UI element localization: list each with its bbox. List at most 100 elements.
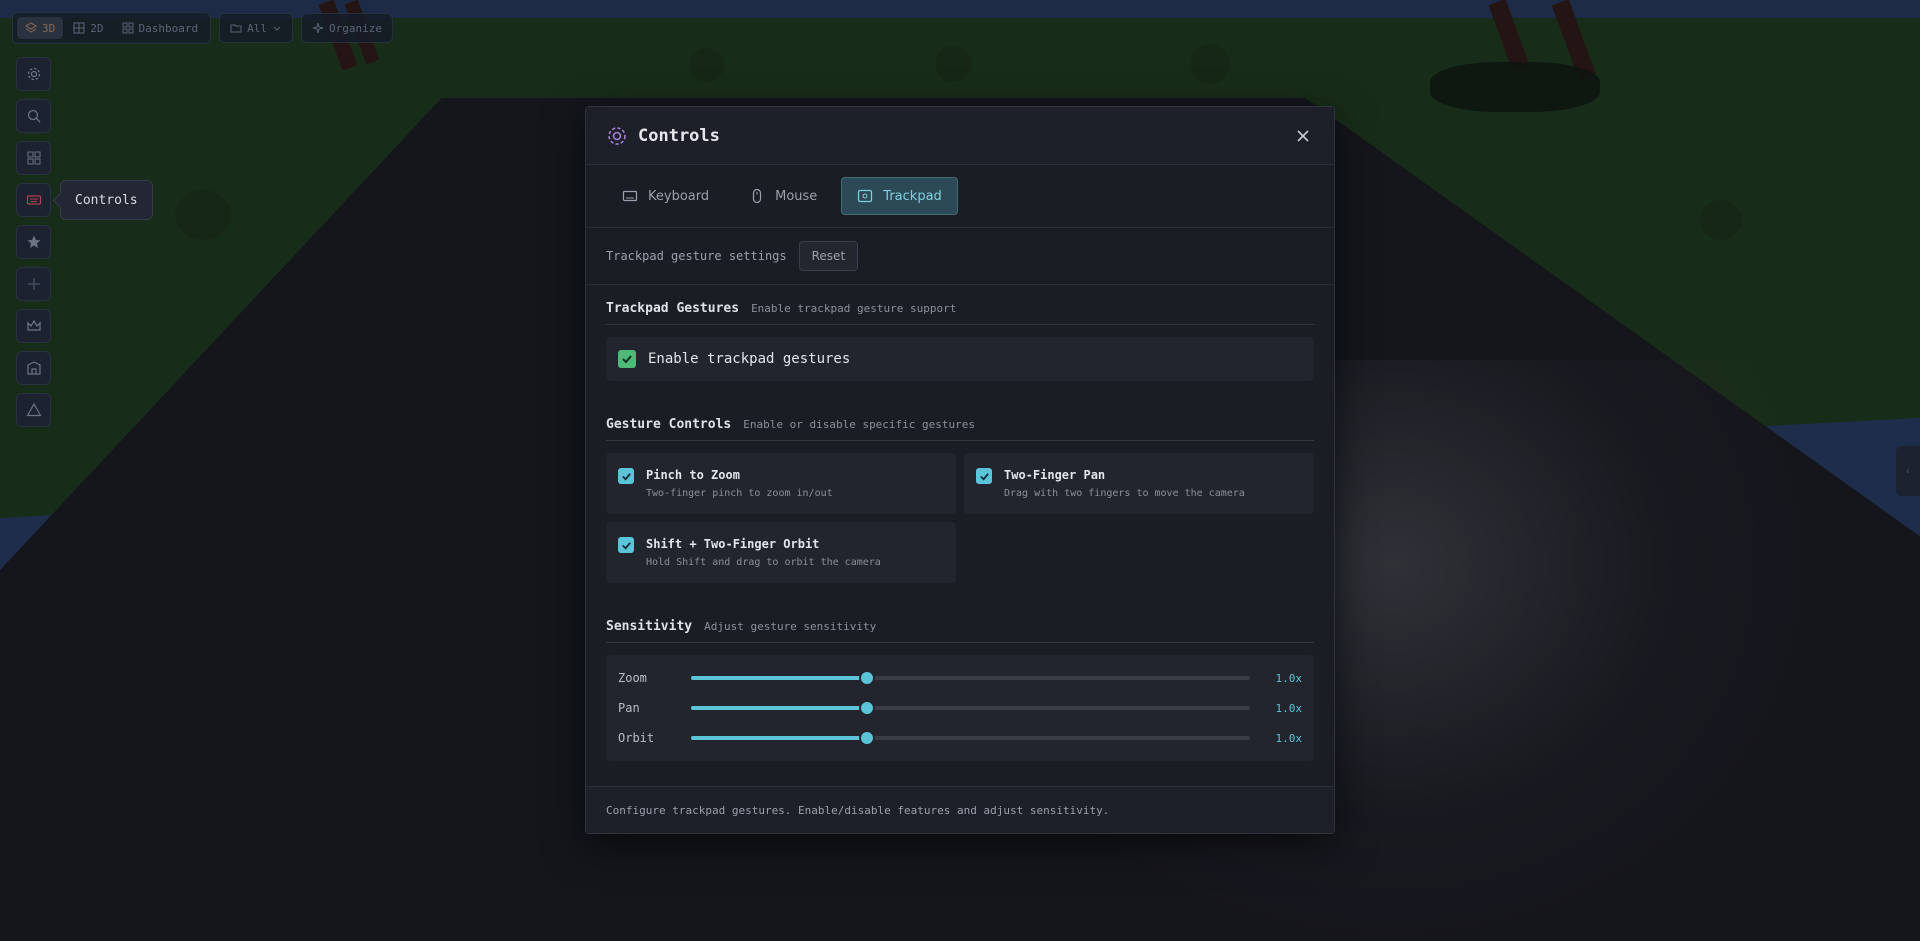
pinch-zoom-checkbox[interactable]	[618, 468, 634, 484]
shift-orbit-checkbox[interactable]	[618, 537, 634, 553]
option-title: Shift + Two-Finger Orbit	[646, 537, 820, 551]
slider-label: Zoom	[618, 671, 647, 685]
controls-tooltip: Controls	[60, 180, 153, 220]
slider-thumb[interactable]	[859, 700, 876, 716]
gesture-option-shift-orbit[interactable]: Shift + Two-Finger Orbit Hold Shift and …	[606, 522, 956, 583]
view-2d-button[interactable]: 2D	[65, 17, 111, 39]
slider-fill	[691, 736, 868, 740]
slider-thumb[interactable]	[859, 670, 876, 686]
slider-value: 1.0x	[1275, 671, 1303, 685]
favorites-button[interactable]	[16, 225, 51, 259]
shapes-button[interactable]	[16, 393, 51, 427]
close-icon	[1297, 129, 1309, 142]
layers-icon	[25, 22, 37, 33]
apps-button[interactable]	[16, 141, 51, 175]
crown-icon	[26, 319, 41, 331]
check-icon	[621, 472, 631, 481]
slider-value: 1.0x	[1275, 731, 1303, 745]
slider-fill	[691, 706, 868, 710]
left-tool-rail	[16, 57, 51, 427]
crown-button[interactable]	[16, 309, 51, 343]
input-tabs: Keyboard Mouse Trackpad	[586, 165, 1334, 228]
section-subtitle: Enable trackpad gesture support	[751, 302, 957, 315]
section-subtitle: Adjust gesture sensitivity	[704, 620, 877, 633]
section-title: Gesture Controls	[606, 417, 732, 432]
add-button[interactable]	[16, 267, 51, 301]
sparkle-icon	[312, 22, 324, 34]
controls-dialog: Controls Keyboard Mouse Trackpad Trackpa…	[585, 106, 1335, 834]
dialog-body: Trackpad Gestures Enable trackpad gestur…	[586, 301, 1334, 761]
orbit-slider[interactable]	[691, 730, 1250, 746]
gestures-section-header: Trackpad Gestures Enable trackpad gestur…	[606, 301, 1314, 325]
settings-button[interactable]	[16, 57, 51, 91]
view-mode-switch: 3D 2D Dashboard	[12, 12, 212, 44]
footer-help-text: Configure trackpad gestures. Enable/disa…	[606, 803, 1110, 817]
view-3d-label: 3D	[42, 21, 56, 35]
pan-slider[interactable]	[691, 700, 1250, 716]
dialog-footer: Configure trackpad gestures. Enable/disa…	[586, 786, 1334, 833]
settings-bar: Trackpad gesture settings Reset	[586, 228, 1334, 285]
dialog-header: Controls	[586, 107, 1334, 165]
option-description: Hold Shift and drag to orbit the camera	[646, 557, 881, 568]
controls-button[interactable]	[16, 183, 51, 217]
gesture-options: Pinch to Zoom Two-finger pinch to zoom i…	[606, 453, 1314, 583]
slider-label: Pan	[618, 701, 640, 715]
gesture-option-two-finger-pan[interactable]: Two-Finger Pan Drag with two fingers to …	[964, 453, 1314, 514]
enable-trackpad-toggle[interactable]: Enable trackpad gestures	[606, 337, 1314, 381]
option-description: Two-finger pinch to zoom in/out	[646, 488, 833, 499]
slider-row-orbit: Orbit 1.0x	[618, 723, 1302, 753]
enable-checkbox[interactable]	[618, 350, 636, 368]
enable-label: Enable trackpad gestures	[648, 351, 851, 367]
view-dashboard-label: Dashboard	[138, 21, 199, 35]
slider-row-zoom: Zoom 1.0x	[618, 663, 1302, 693]
top-toolbar: 3D 2D Dashboard All Organize	[12, 12, 393, 44]
filter-label: All	[247, 21, 267, 35]
buildings-button[interactable]	[16, 351, 51, 385]
keyboard-icon	[622, 190, 638, 202]
two-finger-pan-checkbox[interactable]	[976, 468, 992, 484]
trackpad-icon	[858, 189, 873, 203]
section-subtitle: Enable or disable specific gestures	[743, 418, 976, 431]
zoom-slider[interactable]	[691, 670, 1250, 686]
triangle-icon	[25, 402, 42, 417]
gesture-option-pinch-zoom[interactable]: Pinch to Zoom Two-finger pinch to zoom i…	[606, 453, 956, 514]
option-title: Pinch to Zoom	[646, 468, 740, 482]
close-button[interactable]	[1292, 125, 1314, 147]
settings-label: Trackpad gesture settings	[606, 249, 787, 263]
slider-thumb[interactable]	[859, 730, 876, 746]
view-3d-button[interactable]: 3D	[17, 17, 64, 39]
gear-icon	[27, 67, 40, 81]
chevron-down-icon	[273, 26, 281, 31]
grid-icon	[27, 151, 40, 165]
plus-icon	[27, 278, 40, 290]
organize-label: Organize	[328, 21, 382, 35]
tab-keyboard[interactable]: Keyboard	[606, 177, 725, 215]
building-icon	[26, 361, 41, 375]
tab-mouse[interactable]: Mouse	[733, 177, 833, 215]
slider-row-pan: Pan 1.0x	[618, 693, 1302, 723]
controls-section-header: Gesture Controls Enable or disable speci…	[606, 417, 1314, 441]
mouse-icon	[753, 188, 762, 204]
search-icon	[27, 109, 40, 123]
chevron-left-icon: ‹	[1904, 465, 1912, 477]
dialog-title: Controls	[638, 125, 720, 146]
right-panel-toggle[interactable]: ‹	[1896, 446, 1920, 496]
view-dashboard-button[interactable]: Dashboard	[114, 17, 207, 39]
reset-button[interactable]: Reset	[798, 241, 859, 271]
section-title: Sensitivity	[606, 619, 693, 634]
sensitivity-section-header: Sensitivity Adjust gesture sensitivity	[606, 619, 1314, 643]
option-title: Two-Finger Pan	[1004, 468, 1106, 482]
check-icon	[979, 472, 989, 481]
filter-dropdown[interactable]: All	[219, 13, 293, 43]
tab-trackpad[interactable]: Trackpad	[841, 177, 958, 215]
tab-keyboard-label: Keyboard	[648, 188, 710, 204]
search-button[interactable]	[16, 99, 51, 133]
slider-fill	[691, 676, 868, 680]
view-2d-label: 2D	[90, 21, 104, 35]
gear-icon	[608, 126, 626, 145]
check-icon	[621, 541, 631, 550]
organize-button[interactable]: Organize	[300, 13, 393, 43]
grid-icon	[73, 22, 85, 34]
slider-value: 1.0x	[1275, 701, 1303, 715]
check-icon	[622, 355, 632, 364]
